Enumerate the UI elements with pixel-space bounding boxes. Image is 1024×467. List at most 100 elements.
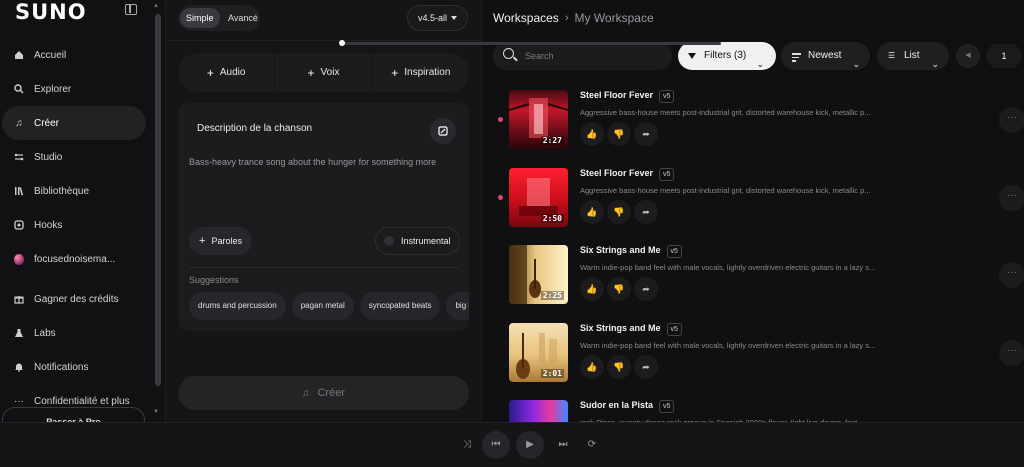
breadcrumb-workspaces[interactable]: Workspaces xyxy=(493,11,559,25)
scroll-down-arrow-icon[interactable]: ▼ xyxy=(153,409,159,415)
description-input[interactable]: Bass-heavy trance song about the hunger … xyxy=(189,157,436,167)
chevron-down-icon: ⌄ xyxy=(931,59,939,69)
sidebar-item-accueil[interactable]: Accueil xyxy=(2,38,146,72)
like-icon[interactable]: 👍 xyxy=(580,277,604,301)
sidebar-item-label: Gagner des crédits xyxy=(34,293,119,305)
version-badge: v5 xyxy=(666,322,682,336)
lyrics-label: Paroles xyxy=(211,236,242,246)
song-duration: 2:50 xyxy=(540,213,564,223)
add-audio-label: Audio xyxy=(219,67,246,78)
song-title[interactable]: Steel Floor Fever v5 xyxy=(580,90,675,103)
song-title-text: Six Strings and Me xyxy=(580,245,661,255)
create-panel: Simple Avancé v4.5-all + Audio + Voix + Ins… xyxy=(166,0,482,422)
suggestion-chip[interactable]: syncopated beats xyxy=(359,292,441,320)
avatar xyxy=(14,253,24,265)
dislike-icon[interactable]: 👎 xyxy=(607,354,631,379)
more-options-button[interactable]: ··· xyxy=(999,184,1024,211)
sidebar-item-studio[interactable]: Studio xyxy=(2,140,146,174)
suno-logo[interactable]: SUNO xyxy=(15,0,87,24)
player-bar: ⤨ ⏮ ▶ ⏭ ⟳ xyxy=(0,422,1024,467)
song-title-text: Steel Floor Fever xyxy=(580,90,654,100)
song-row[interactable]: 2:50 Steel Floor Fever v5 Aggressive bass… xyxy=(482,160,1024,238)
more-options-button[interactable]: ··· xyxy=(999,339,1024,366)
sidebar-item-bibliotheque[interactable]: Bibliothèque xyxy=(2,174,146,208)
suggestion-chip[interactable]: drums and percussion xyxy=(189,292,286,320)
mode-simple-tab[interactable]: Simple xyxy=(180,8,220,28)
song-cover[interactable]: 2:50 xyxy=(509,167,568,227)
song-row[interactable]: 2:25 Six Strings and Me v5 Warm indie-pop… xyxy=(482,237,1024,315)
repeat-icon[interactable]: ⟳ xyxy=(578,431,606,459)
song-title[interactable]: Six Strings and Me v5 xyxy=(580,322,682,336)
like-icon[interactable]: 👍 xyxy=(580,354,604,379)
sidebar-item-labs[interactable]: Labs xyxy=(2,316,146,350)
version-badge: v5 xyxy=(659,90,675,103)
suggestion-chip[interactable]: pagan metal xyxy=(291,292,354,320)
add-audio-button[interactable]: + Audio xyxy=(178,53,276,92)
playback-progress-bar[interactable] xyxy=(341,42,721,45)
sidebar-item-hooks[interactable]: Hooks xyxy=(2,208,146,242)
list-icon: ☰ xyxy=(888,51,896,60)
add-options-row: + Audio + Voix + Inspiration xyxy=(178,53,469,92)
plus-icon: + xyxy=(206,65,214,80)
sidebar-scrollbar[interactable] xyxy=(155,14,161,386)
song-cover[interactable]: 2:25 xyxy=(509,245,568,304)
expand-icon[interactable] xyxy=(430,118,456,144)
like-icon[interactable]: 👍 xyxy=(580,122,604,146)
more-options-button[interactable]: ··· xyxy=(999,262,1024,288)
model-version-select[interactable]: v4.5-all xyxy=(407,5,468,31)
sidebar-item-label: Confidentialité et plus xyxy=(34,395,130,407)
scroll-up-arrow-icon[interactable]: ▲ xyxy=(153,3,159,9)
chevron-down-icon: ⌄ xyxy=(852,59,860,69)
suggestion-chip[interactable]: big band xyxy=(446,292,469,320)
sidebar-item-profile[interactable]: focusednoisema... xyxy=(2,242,146,276)
library-icon xyxy=(14,186,24,196)
create-button[interactable]: ♫ Créer xyxy=(178,376,469,410)
instrumental-toggle[interactable]: Instrumental xyxy=(375,227,460,255)
add-voice-button[interactable]: + Voix xyxy=(275,53,373,92)
more-options-button[interactable]: ··· xyxy=(999,107,1024,133)
play-icon[interactable]: ▶ xyxy=(516,431,544,459)
mode-advanced-tab[interactable]: Avancé xyxy=(222,8,264,28)
search-icon xyxy=(503,48,514,59)
add-lyrics-button[interactable]: + Paroles xyxy=(189,227,252,255)
add-inspiration-label: Inspiration xyxy=(404,67,451,78)
song-cover[interactable]: 2:27 xyxy=(509,90,568,149)
song-title[interactable]: Six Strings and Me v5 xyxy=(580,245,682,258)
song-title[interactable]: Sudor en la Pista v5 xyxy=(580,400,675,413)
previous-track-icon[interactable]: ⏮ xyxy=(482,431,510,459)
music-note-icon: ♫ xyxy=(15,117,23,129)
song-cover[interactable]: 2:01 xyxy=(509,322,568,382)
create-label: Créer xyxy=(317,387,345,399)
dislike-icon[interactable]: 👎 xyxy=(607,199,631,224)
sort-button[interactable]: Newest ⌄ xyxy=(781,42,870,70)
shuffle-icon[interactable]: ⤨ xyxy=(453,431,481,459)
sidebar-item-creer[interactable]: ♫ Créer xyxy=(2,106,146,140)
sidebar-item-explorer[interactable]: Explorer xyxy=(2,72,146,106)
progress-knob[interactable] xyxy=(339,40,345,46)
filters-button[interactable]: Filters (3) ⌄ xyxy=(678,42,776,70)
previous-page-button[interactable]: ◀ xyxy=(956,44,980,68)
search-input[interactable]: Search xyxy=(493,42,672,70)
add-inspiration-button[interactable]: + Inspiration xyxy=(373,53,469,92)
sidebar-item-notifications[interactable]: Notifications xyxy=(2,350,146,384)
share-icon[interactable]: ➦ xyxy=(634,354,658,379)
song-row[interactable]: 2:01 Six Strings and Me v5 Warm indie-pop… xyxy=(482,315,1024,393)
dislike-icon[interactable]: 👎 xyxy=(607,277,631,301)
upgrade-pro-button[interactable]: Passer à Pro xyxy=(2,407,145,422)
song-row[interactable]: 2:27 Steel Floor Fever v5 Aggressive bass… xyxy=(482,82,1024,160)
share-icon[interactable]: ➦ xyxy=(634,199,658,224)
song-title-text: Six Strings and Me xyxy=(580,322,661,333)
sidebar-collapse-icon[interactable] xyxy=(125,4,137,15)
like-icon[interactable]: 👍 xyxy=(580,199,604,224)
next-track-icon[interactable]: ⏭ xyxy=(549,431,577,459)
share-icon[interactable]: ➦ xyxy=(634,277,658,301)
bell-icon xyxy=(14,362,24,372)
page-number[interactable]: 1 xyxy=(986,44,1022,68)
share-icon[interactable]: ➦ xyxy=(634,122,658,146)
song-title[interactable]: Steel Floor Fever v5 xyxy=(580,167,675,181)
chevron-down-icon: ⌄ xyxy=(756,59,764,69)
version-badge: v5 xyxy=(659,167,675,181)
view-mode-button[interactable]: ☰ List ⌄ xyxy=(877,42,949,70)
dislike-icon[interactable]: 👎 xyxy=(607,122,631,146)
sidebar-item-gagner-credits[interactable]: Gagner des crédits xyxy=(2,282,146,316)
